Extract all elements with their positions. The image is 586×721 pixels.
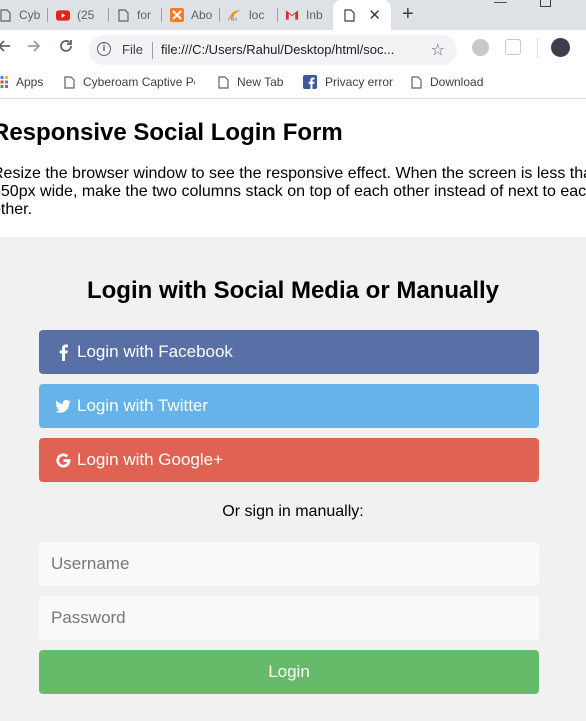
tab-phpmyadmin[interactable]: PMA loc	[228, 0, 278, 30]
page-icon	[411, 75, 422, 89]
maximize-icon[interactable]	[540, 0, 551, 10]
tab-label: Inb	[306, 8, 323, 22]
profile-avatar[interactable]	[551, 38, 570, 57]
new-tab-button[interactable]: +	[402, 3, 414, 26]
twitter-login-label: Login with Twitter	[77, 396, 209, 415]
google-icon	[55, 452, 71, 468]
url-text[interactable]: file:///C:/Users/Rahul/Desktop/html/soc.…	[161, 42, 394, 57]
tab-gmail[interactable]: Inb	[285, 0, 335, 30]
xampp-icon	[170, 8, 184, 22]
bookmark-label: Download	[430, 75, 484, 89]
tab-strip: Cyb (25 for Abo PMA loc Inb ✕ + —	[0, 0, 586, 30]
page-icon	[218, 75, 229, 89]
google-login-label: Login with Google+	[77, 450, 224, 469]
back-icon[interactable]	[0, 38, 12, 59]
facebook-icon	[303, 75, 317, 89]
phpmyadmin-icon: PMA	[228, 8, 242, 22]
facebook-login-button[interactable]: Login with Facebook	[39, 330, 539, 374]
bookmark-privacy-error[interactable]: Privacy error	[303, 75, 393, 89]
facebook-login-label: Login with Facebook	[77, 342, 233, 361]
close-icon[interactable]: ✕	[368, 6, 381, 24]
login-panel: Login with Social Media or Manually Logi…	[0, 237, 586, 721]
bookmark-new-tab[interactable]: New Tab	[218, 75, 283, 89]
page-description: Resize the browser window to see the res…	[0, 165, 586, 218]
tab-youtube[interactable]: (25	[56, 0, 109, 30]
page-icon	[64, 75, 75, 89]
page-title: Responsive Social Login Form	[0, 119, 343, 146]
tab-form[interactable]: for	[116, 0, 162, 30]
reload-icon[interactable]	[58, 38, 74, 59]
login-button[interactable]: Login	[39, 650, 539, 694]
bookmark-download[interactable]: Download	[411, 75, 483, 89]
bookmark-label: New Tab	[237, 75, 284, 89]
youtube-icon	[56, 8, 70, 22]
bookmark-label: Cyberoam Captive Po	[83, 75, 195, 89]
tab-label: Cyb	[19, 8, 41, 22]
page-icon	[342, 8, 356, 22]
extension-pocket-icon[interactable]	[505, 39, 521, 55]
google-login-button[interactable]: Login with Google+	[39, 438, 539, 482]
scheme-label: File	[122, 42, 143, 57]
login-heading: Login with Social Media or Manually	[86, 277, 500, 304]
bookmark-label: Privacy error	[325, 75, 394, 89]
forward-icon[interactable]	[26, 38, 42, 59]
bookmarks-bar: Apps Cyberoam Captive Po New Tab Privacy…	[0, 68, 586, 99]
tab-label: for	[137, 8, 152, 22]
minimize-icon[interactable]: —	[494, 0, 507, 9]
info-icon[interactable]: i	[97, 42, 111, 56]
browser-toolbar: i File file:///C:/Users/Rahul/Desktop/ht…	[0, 30, 586, 68]
tab-cyberoam[interactable]: Cyb	[0, 0, 48, 30]
bookmark-star-icon[interactable]: ☆	[431, 40, 445, 60]
tab-active-social-login[interactable]: ✕	[333, 0, 391, 30]
page-icon	[0, 8, 12, 22]
extension-globe-icon[interactable]	[472, 39, 489, 56]
bookmark-label: Apps	[16, 75, 44, 89]
gmail-icon	[285, 8, 299, 22]
twitter-login-button[interactable]: Login with Twitter	[39, 384, 539, 428]
page-icon	[116, 8, 130, 22]
manual-signin-label: Or sign in manually:	[222, 503, 364, 520]
password-input[interactable]	[39, 596, 539, 640]
bookmark-apps[interactable]: Apps	[0, 75, 43, 89]
tab-label: Abo	[191, 8, 213, 22]
username-input[interactable]	[39, 542, 539, 586]
page-viewport: Responsive Social Login Form Resize the …	[0, 99, 586, 721]
tab-label: (25	[77, 8, 95, 22]
facebook-icon	[55, 344, 71, 361]
svg-text:PMA: PMA	[228, 17, 237, 22]
address-bar[interactable]: i File file:///C:/Users/Rahul/Desktop/ht…	[89, 35, 457, 65]
bookmark-cyberoam[interactable]: Cyberoam Captive Po	[64, 75, 195, 89]
tab-xampp[interactable]: Abo	[170, 0, 220, 30]
apps-grid-icon	[0, 76, 8, 88]
twitter-icon	[55, 399, 71, 413]
tab-label: loc	[249, 8, 265, 22]
